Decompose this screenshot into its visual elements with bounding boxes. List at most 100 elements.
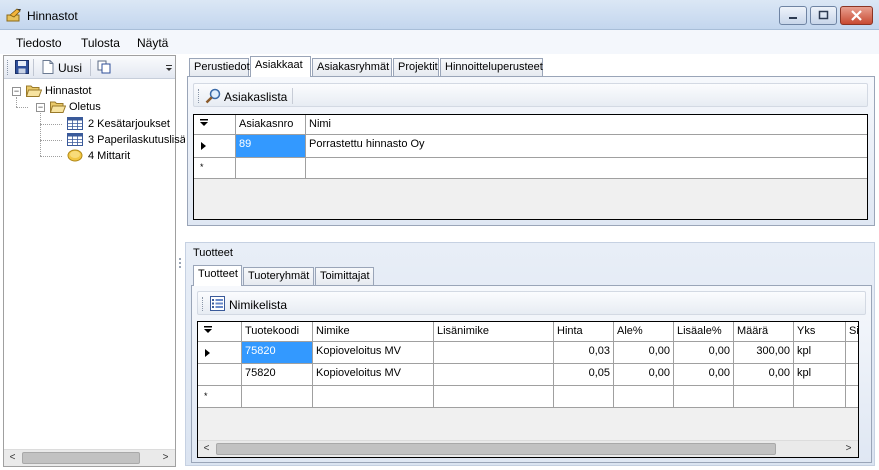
customer-toolbar: Asiakaslista <box>193 83 868 107</box>
products-tab-page: Nimikelista Tuotekoodi Nimike Lisänimike… <box>191 285 872 463</box>
column-header-nimike[interactable]: Nimike <box>313 322 434 342</box>
product-grid[interactable]: Tuotekoodi Nimike Lisänimike Hinta Ale% … <box>197 321 859 458</box>
menu-tulosta[interactable]: Tulosta <box>81 36 120 50</box>
item-list-button[interactable]: Nimikelista <box>229 298 287 312</box>
column-header-lisanimike[interactable]: Lisänimike <box>434 322 554 342</box>
column-header-ale[interactable]: Ale% <box>614 322 674 342</box>
tree-node-root[interactable]: − Hinnastot <box>4 83 175 99</box>
new-row-cell[interactable] <box>794 386 846 408</box>
grid-select-all[interactable] <box>194 115 236 135</box>
new-row-cell[interactable] <box>846 386 858 408</box>
save-icon[interactable] <box>15 60 29 74</box>
table-cell-lisaale[interactable]: 0,00 <box>674 342 734 364</box>
tab-asiakasryhmat[interactable]: Asiakasryhmät <box>312 58 392 76</box>
maximize-button[interactable] <box>810 6 837 25</box>
table-cell-tuotekoodi[interactable]: 75820 <box>242 364 313 386</box>
new-row-cell[interactable] <box>554 386 614 408</box>
column-header-tuotekoodi[interactable]: Tuotekoodi <box>242 322 313 342</box>
tree-label-item: 4 Mittarit <box>88 150 131 162</box>
new-row-cell[interactable] <box>306 158 867 179</box>
tree-node-oletus[interactable]: − Oletus <box>4 99 175 115</box>
table-cell-nimi[interactable]: Porrastettu hinnasto Oy <box>306 135 867 158</box>
table-cell-tuotekoodi[interactable]: 75820 <box>242 342 313 364</box>
customer-tab-area: Perustiedot Asiakkaat Asiakasryhmät Proj… <box>185 56 875 228</box>
new-row-cell[interactable] <box>734 386 794 408</box>
table-cell-yks[interactable]: kpl <box>794 364 846 386</box>
copy-icon[interactable] <box>97 60 111 74</box>
customer-list-button[interactable]: Asiakaslista <box>224 90 287 104</box>
customer-grid[interactable]: Asiakasnro Nimi 89 Porrastettu hinnasto … <box>193 114 868 220</box>
scroll-thumb[interactable] <box>216 443 776 455</box>
table-cell-hinta[interactable]: 0,05 <box>554 364 614 386</box>
table-cell-lisanimike[interactable] <box>434 342 554 364</box>
table-cell-nimike[interactable]: Kopioveloitus MV <box>313 342 434 364</box>
tab-hinnoitteluperusteet[interactable]: Hinnoitteluperusteet <box>440 58 543 76</box>
tree-horizontal-scrollbar[interactable]: < > <box>4 449 175 466</box>
column-header-lisaale[interactable]: Lisäale% <box>674 322 734 342</box>
toolbar-overflow-button[interactable] <box>164 62 174 74</box>
scroll-right-icon[interactable]: > <box>840 441 857 457</box>
table-cell-si[interactable] <box>846 364 858 386</box>
tab-perustiedot[interactable]: Perustiedot <box>189 58 250 76</box>
splitter-grip[interactable] <box>179 258 181 260</box>
title-bar: Hinnastot <box>0 0 879 30</box>
table-cell-ale[interactable]: 0,00 <box>614 364 674 386</box>
table-cell-lisanimike[interactable] <box>434 364 554 386</box>
table-cell-hinta[interactable]: 0,03 <box>554 342 614 364</box>
new-row-header[interactable]: * <box>194 158 236 179</box>
row-header[interactable] <box>198 342 242 364</box>
table-cell-lisaale[interactable]: 0,00 <box>674 364 734 386</box>
new-row-cell[interactable] <box>434 386 554 408</box>
new-row-cell[interactable] <box>614 386 674 408</box>
tab-asiakkaat[interactable]: Asiakkaat <box>250 56 311 77</box>
tree-node-item[interactable]: 3 Paperilaskutuslisä <box>4 132 186 148</box>
table-icon <box>67 133 83 146</box>
collapse-icon[interactable]: − <box>36 103 45 112</box>
tree-node-item[interactable]: 2 Kesätarjoukset <box>4 116 175 132</box>
column-header-hinta[interactable]: Hinta <box>554 322 614 342</box>
row-header[interactable] <box>198 364 242 386</box>
tab-toimittajat[interactable]: Toimittajat <box>315 267 374 285</box>
column-header-si[interactable]: Si <box>846 322 858 342</box>
new-row-cell[interactable] <box>674 386 734 408</box>
tab-tuotteet[interactable]: Tuotteet <box>193 265 242 286</box>
splitter-grip[interactable] <box>179 262 181 264</box>
scroll-left-icon[interactable]: < <box>198 441 215 457</box>
splitter-grip[interactable] <box>179 266 181 268</box>
table-cell-si[interactable] <box>846 342 858 364</box>
new-row-cell[interactable] <box>313 386 434 408</box>
new-row-cell[interactable] <box>236 158 306 179</box>
column-header-maara[interactable]: Määrä <box>734 322 794 342</box>
tree-label-root: Hinnastot <box>45 85 92 97</box>
column-header-nimi[interactable]: Nimi <box>306 115 867 135</box>
close-button[interactable] <box>840 6 873 25</box>
minimize-button[interactable] <box>779 6 807 25</box>
tree-view[interactable]: − Hinnastot − Oletus 2 Kesätarjoukset 3 … <box>4 80 186 444</box>
new-row-header[interactable]: * <box>198 386 242 408</box>
maximize-icon <box>818 10 829 20</box>
toolbar-separator <box>90 59 91 76</box>
table-cell-maara[interactable]: 0,00 <box>734 364 794 386</box>
table-cell-yks[interactable]: kpl <box>794 342 846 364</box>
product-grid-horizontal-scrollbar[interactable]: < > <box>198 440 858 457</box>
tab-projektit[interactable]: Projektit <box>393 58 439 76</box>
row-header[interactable] <box>194 135 236 158</box>
scroll-thumb[interactable] <box>22 452 140 464</box>
grid-select-all[interactable] <box>198 322 242 342</box>
table-cell-ale[interactable]: 0,00 <box>614 342 674 364</box>
column-header-yks[interactable]: Yks <box>794 322 846 342</box>
table-cell-maara[interactable]: 300,00 <box>734 342 794 364</box>
close-icon <box>851 10 862 21</box>
tab-tuoteryhmat[interactable]: Tuoteryhmät <box>243 267 314 285</box>
scroll-left-icon[interactable]: < <box>4 450 21 466</box>
table-cell-nimike[interactable]: Kopioveloitus MV <box>313 364 434 386</box>
tree-node-item[interactable]: 4 Mittarit <box>4 148 175 164</box>
menu-tiedosto[interactable]: Tiedosto <box>16 36 62 50</box>
column-header-asiakasnro[interactable]: Asiakasnro <box>236 115 306 135</box>
new-button[interactable]: Uusi <box>58 61 82 75</box>
scroll-right-icon[interactable]: > <box>157 450 174 466</box>
collapse-icon[interactable]: − <box>12 87 21 96</box>
menu-nayta[interactable]: Näytä <box>137 36 168 50</box>
new-row-cell[interactable] <box>242 386 313 408</box>
table-cell-asiakasnro[interactable]: 89 <box>236 135 306 158</box>
